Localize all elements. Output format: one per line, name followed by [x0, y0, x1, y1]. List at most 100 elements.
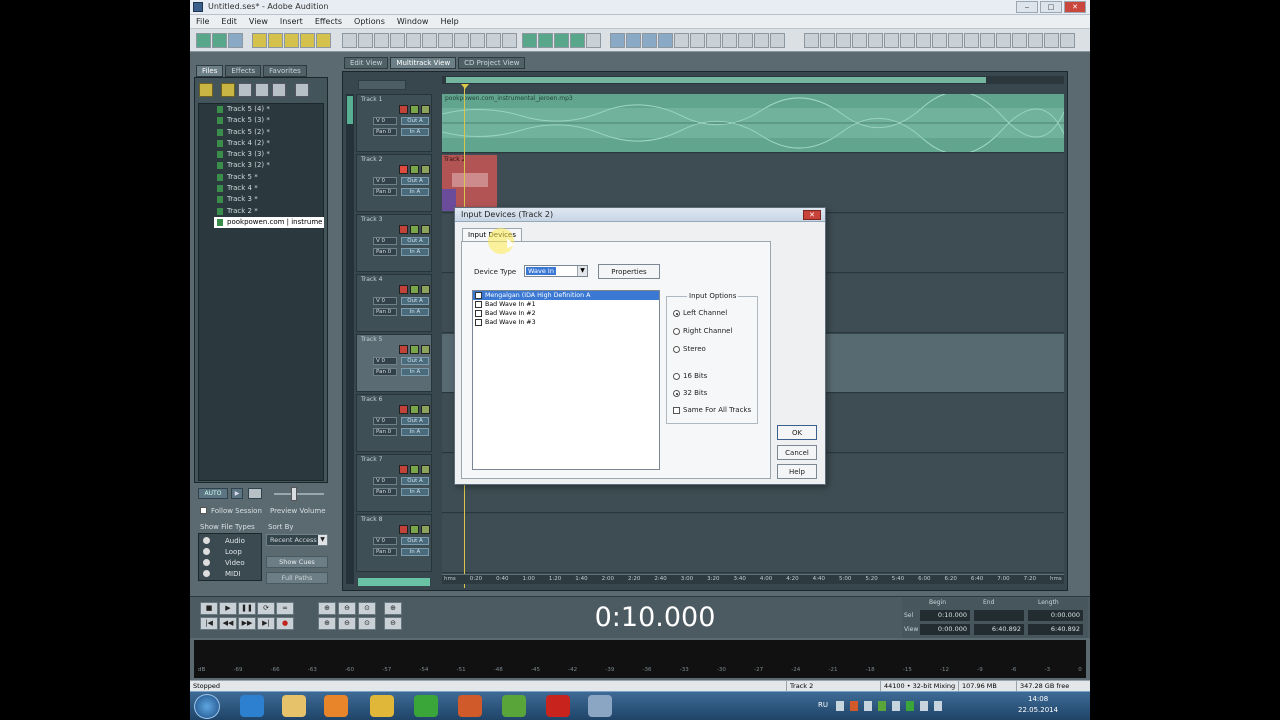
- sort-by-select[interactable]: Recent Access ▼: [266, 534, 328, 546]
- pan-field[interactable]: Pan 0: [373, 428, 397, 436]
- insert-video-icon[interactable]: [642, 33, 657, 48]
- group-icon[interactable]: [738, 33, 753, 48]
- maximize-button[interactable]: □: [1040, 1, 1062, 13]
- paste-icon[interactable]: [438, 33, 453, 48]
- audio-clip-track1[interactable]: pookpowen.com_instrumental_jeroen.mp3: [442, 94, 1064, 152]
- workspace-17-icon[interactable]: [1060, 33, 1075, 48]
- pan-field[interactable]: Pan 0: [373, 488, 397, 496]
- record-arm-button[interactable]: [421, 345, 430, 354]
- close-button[interactable]: ✕: [1064, 1, 1086, 13]
- loop-preview-icon[interactable]: [248, 488, 262, 499]
- output-button[interactable]: Out A: [401, 177, 429, 185]
- mute-button[interactable]: [399, 285, 408, 294]
- workspace-11-icon[interactable]: [964, 33, 979, 48]
- zoom-right-icon[interactable]: ⊖: [338, 617, 356, 630]
- solo-button[interactable]: [410, 165, 419, 174]
- file-item[interactable]: Track 2 *: [214, 206, 324, 217]
- track-lane[interactable]: [442, 154, 1064, 213]
- full-paths-button[interactable]: Full Paths: [266, 572, 328, 584]
- workspace-1-icon[interactable]: [804, 33, 819, 48]
- tab-cd-project-view[interactable]: CD Project View: [458, 57, 526, 69]
- auto-play-button[interactable]: AUTO: [198, 488, 228, 499]
- scrub-tool-icon[interactable]: [390, 33, 405, 48]
- minimize-button[interactable]: ‒: [1016, 1, 1038, 13]
- device-type-select[interactable]: Wave In ▼: [524, 265, 588, 277]
- tray-icon[interactable]: [836, 701, 844, 711]
- volume-field[interactable]: V 0: [373, 297, 397, 305]
- stereo-radio[interactable]: [673, 346, 680, 353]
- clock-time[interactable]: 14:08: [1028, 695, 1048, 703]
- 32-bits-radio[interactable]: [673, 390, 680, 397]
- menu-view[interactable]: View: [249, 15, 268, 28]
- track-header[interactable]: Track 3 V 0 Pan 0 Out A In A: [356, 214, 432, 272]
- help-button[interactable]: Help: [777, 464, 817, 479]
- workspace-13-icon[interactable]: [996, 33, 1011, 48]
- type-midi[interactable]: MIDI: [225, 570, 241, 578]
- loop-icon[interactable]: [522, 33, 537, 48]
- output-button[interactable]: Out A: [401, 237, 429, 245]
- loop-play-button[interactable]: ∞: [276, 602, 294, 615]
- type-video[interactable]: Video: [225, 559, 245, 567]
- volume-tray-icon[interactable]: [920, 701, 928, 711]
- menu-edit[interactable]: Edit: [221, 15, 237, 28]
- file-item[interactable]: Track 5 (2) *: [214, 127, 324, 138]
- device-item-selected[interactable]: Mengalgan (IDA High Definition A: [473, 291, 659, 300]
- tray-icon[interactable]: [892, 701, 900, 711]
- volume-field[interactable]: V 0: [373, 477, 397, 485]
- volume-field[interactable]: V 0: [373, 537, 397, 545]
- envelope-icon[interactable]: [538, 33, 553, 48]
- new-session-icon[interactable]: [252, 33, 267, 48]
- follow-session-checkbox[interactable]: [200, 507, 207, 514]
- audio-clip-track2[interactable]: Track 2: [442, 155, 497, 211]
- mute-button[interactable]: [399, 225, 408, 234]
- cancel-button[interactable]: Cancel: [777, 445, 817, 460]
- view-length-field[interactable]: 6:40.892: [1028, 624, 1083, 635]
- zoom-out-vertical-icon[interactable]: ⊖: [384, 617, 402, 630]
- workspace-9-icon[interactable]: [932, 33, 947, 48]
- audition-taskbar-icon[interactable]: [414, 695, 438, 717]
- copy-icon[interactable]: [422, 33, 437, 48]
- device-checkbox[interactable]: [475, 319, 482, 326]
- output-button[interactable]: Out A: [401, 477, 429, 485]
- media-player-icon[interactable]: [324, 695, 348, 717]
- track-header[interactable]: Track 1 V 0 Pan 0 Out A In A: [356, 94, 432, 152]
- dialog-close-button[interactable]: ✕: [803, 210, 821, 220]
- solo-button[interactable]: [410, 105, 419, 114]
- track-scrollbar-thumb[interactable]: [347, 96, 353, 124]
- volume-field[interactable]: V 0: [373, 177, 397, 185]
- redo-icon[interactable]: [470, 33, 485, 48]
- left-channel-radio[interactable]: [673, 310, 680, 317]
- mute-button[interactable]: [399, 465, 408, 474]
- output-button[interactable]: Out A: [401, 117, 429, 125]
- volume-field[interactable]: V 0: [373, 237, 397, 245]
- stereo-label[interactable]: Stereo: [683, 345, 706, 353]
- pause-button[interactable]: ❚❚: [238, 602, 256, 615]
- mute-button[interactable]: [399, 345, 408, 354]
- record-button[interactable]: ●: [276, 617, 294, 630]
- input-button[interactable]: In A: [401, 188, 429, 196]
- device-item[interactable]: Bad Wave In #3: [473, 318, 659, 327]
- tray-icon[interactable]: [878, 701, 886, 711]
- menu-options[interactable]: Options: [354, 15, 385, 28]
- solo-button[interactable]: [410, 465, 419, 474]
- undo-icon[interactable]: [454, 33, 469, 48]
- device-list[interactable]: Mengalgan (IDA High Definition A Bad Wav…: [472, 290, 660, 470]
- fast-forward-button[interactable]: ▶▶: [238, 617, 256, 630]
- preview-volume-slider[interactable]: [291, 487, 297, 501]
- split-icon[interactable]: [754, 33, 769, 48]
- device-checkbox[interactable]: [475, 292, 482, 299]
- insert-into-icon[interactable]: [272, 83, 286, 97]
- track-control-tabs[interactable]: [358, 80, 406, 90]
- tab-multitrack-view[interactable]: Multitrack View: [390, 57, 457, 69]
- save-all-icon[interactable]: [300, 33, 315, 48]
- zoom-selection-icon[interactable]: ⊙: [358, 617, 376, 630]
- record-arm-button[interactable]: [421, 165, 430, 174]
- show-cues-button[interactable]: Show Cues: [266, 556, 328, 568]
- midi-type-icon[interactable]: [203, 570, 210, 577]
- track-header[interactable]: Track 7 V 0 Pan 0 Out A In A: [356, 454, 432, 512]
- file-item[interactable]: Track 3 (2) *: [214, 160, 324, 171]
- workspace-6-icon[interactable]: [884, 33, 899, 48]
- device-item[interactable]: Bad Wave In #2: [473, 309, 659, 318]
- import-icon[interactable]: [316, 33, 331, 48]
- tab-edit-view[interactable]: Edit View: [344, 57, 389, 69]
